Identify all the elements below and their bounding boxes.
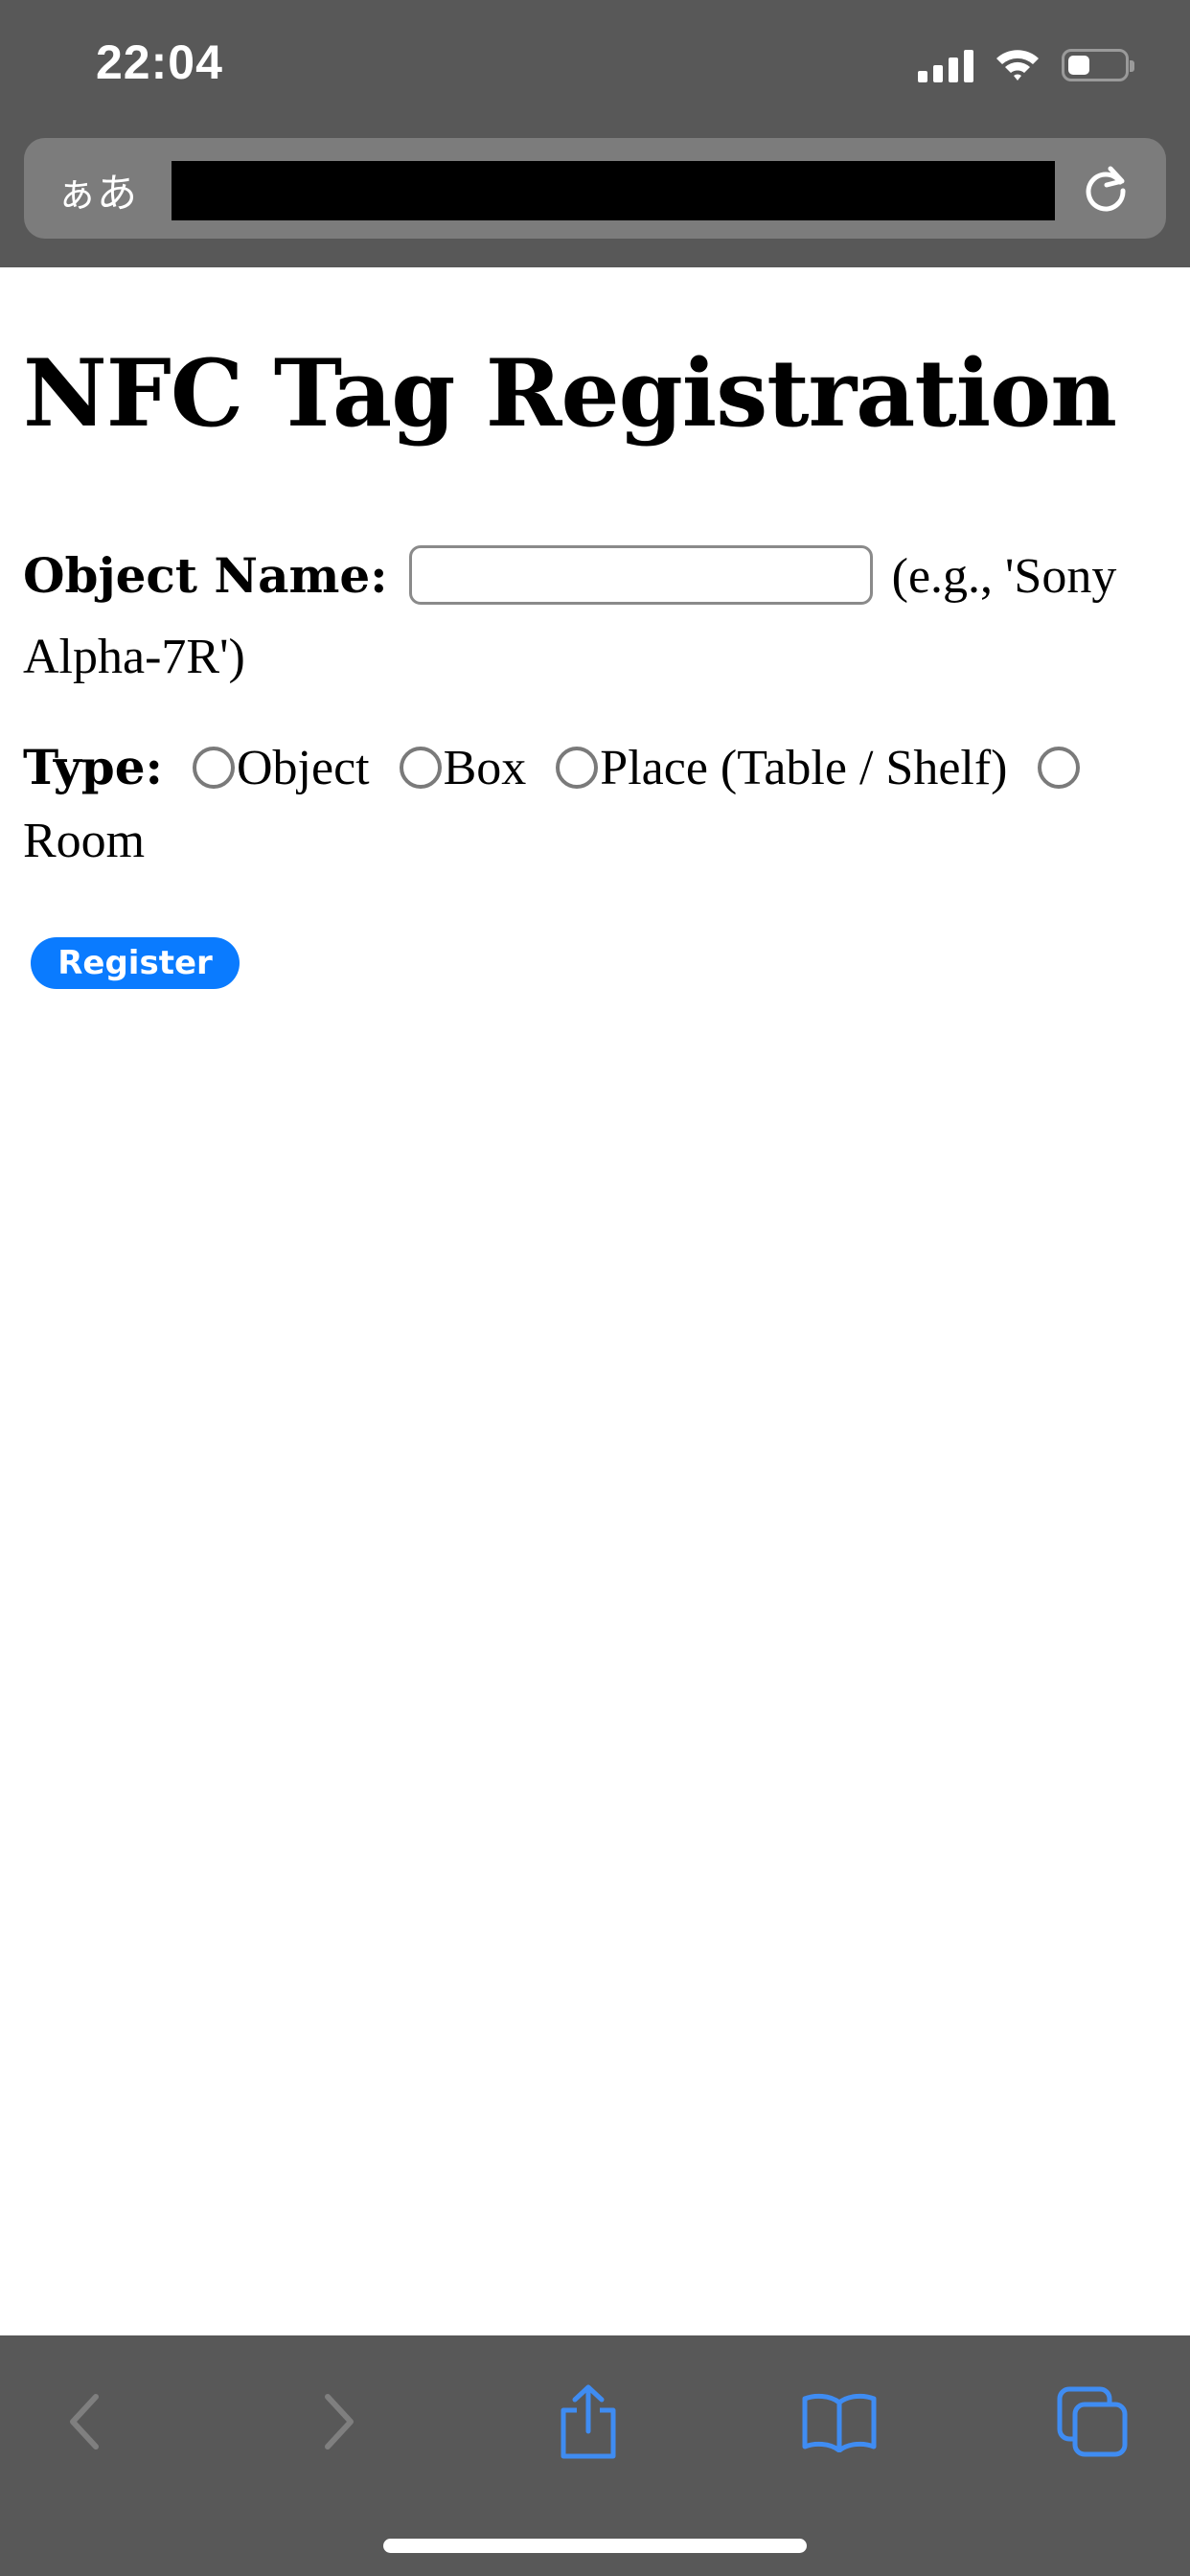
object-name-label: Object Name: (23, 547, 388, 604)
type-option-box[interactable]: Box (444, 741, 527, 795)
bookmarks-button[interactable] (791, 2374, 887, 2470)
battery-icon (1062, 49, 1134, 81)
browser-bottom-toolbar (0, 2335, 1190, 2576)
home-indicator[interactable] (383, 2539, 807, 2553)
signal-icon (918, 48, 973, 82)
share-button[interactable] (540, 2374, 636, 2470)
battery-level (1068, 56, 1089, 75)
wifi-icon (996, 50, 1039, 80)
back-button[interactable] (36, 2374, 132, 2470)
type-row: Type: Object Box Place (Table / Shelf) R… (23, 731, 1154, 878)
object-name-input[interactable] (408, 545, 873, 606)
back-icon (70, 2394, 99, 2450)
url-redacted[interactable] (172, 161, 1055, 220)
type-option-object[interactable]: Object (237, 741, 370, 795)
status-icons (918, 42, 1134, 88)
share-icon (561, 2384, 616, 2459)
type-label: Type: (23, 739, 163, 795)
type-radio-place[interactable] (556, 747, 599, 790)
object-name-row: Object Name: (e.g., 'Sony Alpha-7R') (23, 536, 1154, 698)
bookmarks-icon (802, 2393, 877, 2452)
type-radio-room[interactable] (1037, 747, 1080, 790)
forward-icon (325, 2394, 354, 2450)
type-option-room[interactable]: Room (23, 814, 145, 868)
tabs-button[interactable] (1044, 2374, 1140, 2470)
register-button[interactable]: Register (31, 937, 240, 989)
address-bar[interactable]: ぁあ (24, 138, 1166, 239)
type-option-place[interactable]: Place (Table / Shelf) (600, 741, 1007, 795)
type-radio-box[interactable] (399, 747, 442, 790)
reload-icon[interactable] (1078, 161, 1133, 217)
forward-button[interactable] (291, 2374, 387, 2470)
page-title: NFC Tag Registration (23, 339, 1117, 448)
text-size-button[interactable]: ぁあ (57, 161, 137, 219)
browser-top-bar: 22:04 ぁあ (0, 0, 1190, 267)
status-time: 22:04 (96, 35, 223, 89)
type-radio-object[interactable] (193, 747, 235, 790)
tabs-icon (1057, 2386, 1128, 2457)
